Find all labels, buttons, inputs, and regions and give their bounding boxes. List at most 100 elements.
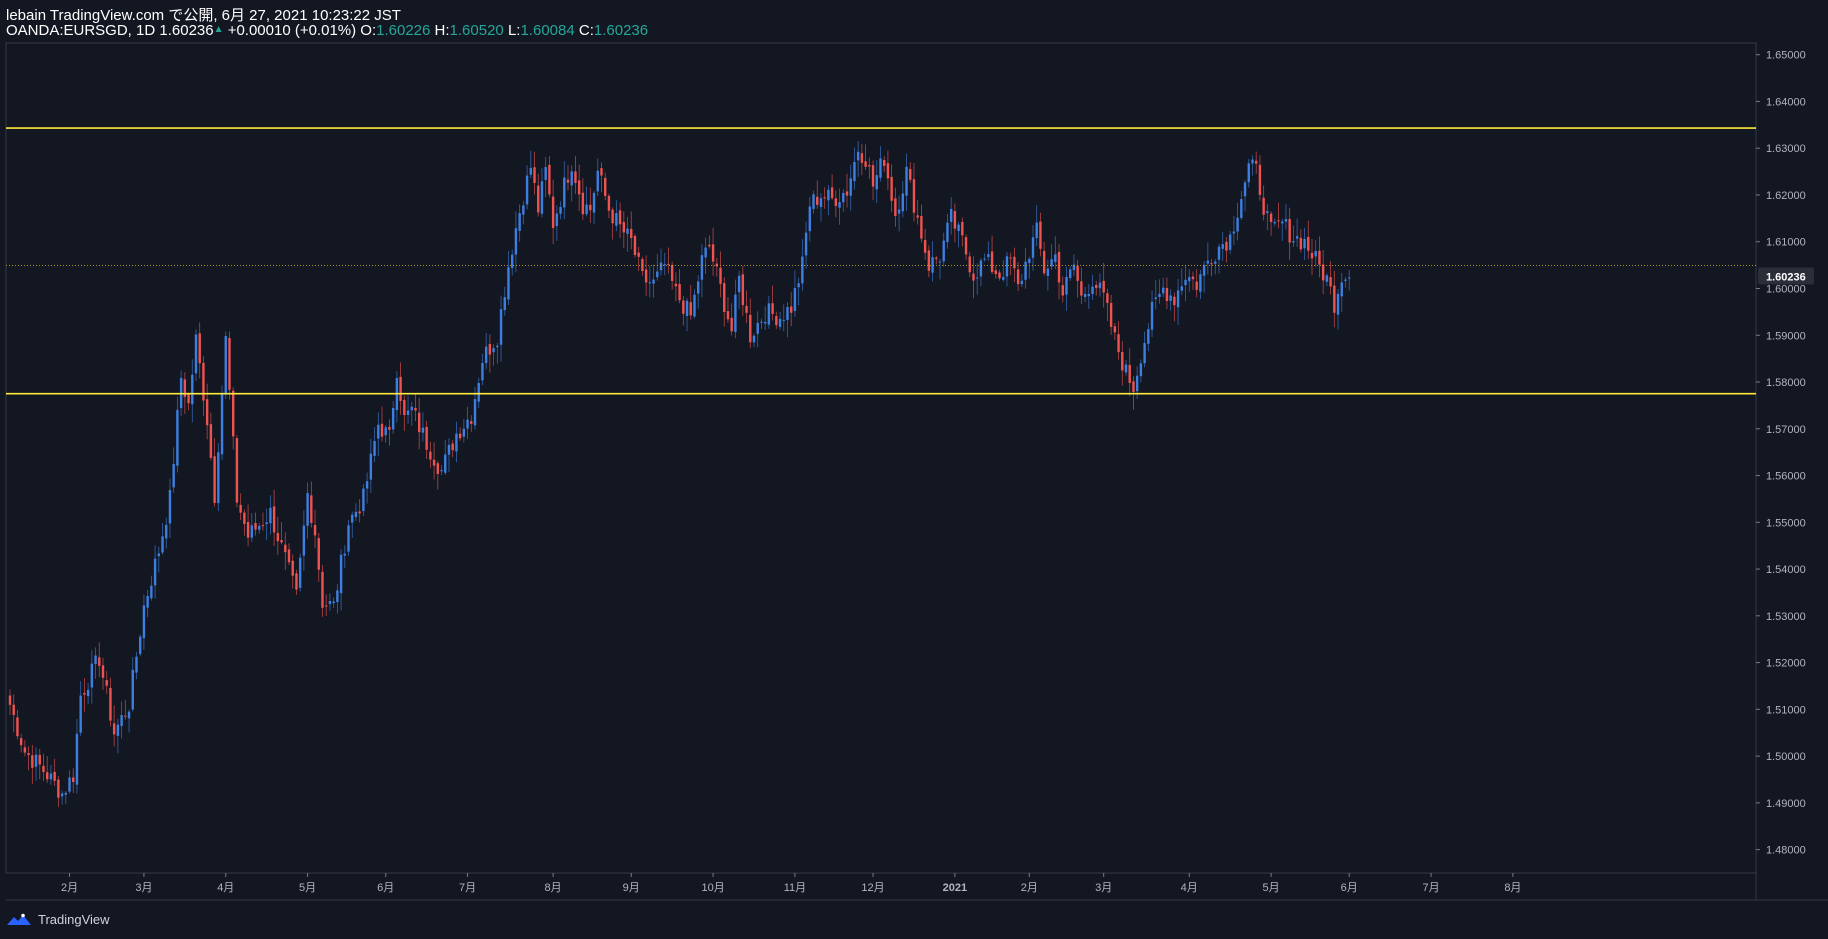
candle-up [60,793,64,797]
candle-up [1214,261,1217,264]
candle-up [853,162,856,182]
candle-down [719,267,722,284]
candle-down [425,426,428,450]
candle-down [674,283,678,287]
candle-down [205,399,209,426]
price-tick-label: 1.56000 [1766,471,1806,483]
candle-up [455,433,458,452]
candle-down [953,211,957,229]
candle-down [235,438,239,503]
last-price-badge-label: 1.60236 [1766,271,1806,283]
candle-up [812,194,815,209]
time-tick-label: 9月 [623,882,640,894]
candle-down [912,179,916,213]
price-tick-label: 1.50000 [1766,751,1806,763]
candle-down [272,506,276,533]
candle-up [250,525,253,538]
candle-down [607,195,611,211]
price-tick-label: 1.65000 [1766,50,1806,62]
time-axis[interactable]: 2月 3月 4月 5月 6月 7月 8月 9月 10月 11月 12月 2021 2月 3月 4月 5月 6月 7… [61,873,1521,894]
candle-up [462,428,466,437]
candle-up [827,189,830,201]
candle-down [1061,285,1064,296]
candle-down [1076,265,1079,281]
candle-up [849,178,852,196]
candle-down [243,512,246,524]
candle-up [659,262,663,271]
candle-down [287,549,291,563]
tradingview-brand[interactable]: TradingView [6,912,110,927]
candle-up [856,151,860,161]
candle-down [589,204,592,211]
candle-down [38,754,41,765]
candle-up [1154,297,1157,300]
candle-down [16,717,19,737]
candle-down [213,456,216,503]
candle-up [555,213,559,227]
candle-up [466,419,469,429]
candle-down [830,187,834,199]
candle-down [834,198,838,207]
candle-up [1069,269,1072,279]
candle-down [845,191,849,196]
candle-down [618,210,622,225]
candle-up [979,260,983,277]
candle-down [12,704,15,716]
candle-up [172,463,175,488]
candle-up [332,601,335,604]
candle-down [860,153,864,163]
candle-down [533,167,536,183]
candle-down [470,421,473,424]
candle-up [946,222,949,243]
candle-down [890,176,893,201]
candle-up [942,240,945,262]
candle-up [897,209,901,214]
candle-up [369,453,373,480]
time-tick-label: 10月 [701,882,724,894]
candle-up [1325,275,1329,282]
candle-up [142,605,146,639]
candle-up [1217,246,1221,260]
candle-up [540,181,544,214]
price-chart[interactable]: 1.65000 1.64000 1.63000 1.62000 1.61000 1.600… [0,0,1828,939]
candle-up [1184,279,1187,286]
candle-up [1273,221,1276,224]
price-tick-label: 1.57000 [1766,424,1806,436]
candle-up [265,522,268,525]
candle-down [1121,351,1124,371]
candle-down [1310,252,1314,259]
candle-down [1117,334,1120,353]
candle-down [458,433,462,439]
candle-down [1288,219,1291,243]
candle-up [75,733,79,785]
candle-up [700,255,704,280]
candle-up [220,393,224,455]
candle-up [1266,211,1269,214]
candle-down [574,171,577,183]
time-tick-label: 2月 [61,882,78,894]
candle-up [440,470,443,472]
chart-frame [5,42,1828,901]
candle-up [782,320,785,322]
candle-down [1321,264,1325,281]
candle-up [161,536,164,553]
time-tick-label: 5月 [1263,882,1280,894]
candle-down [284,544,287,553]
candle-down [994,270,997,275]
candle-up [596,170,599,192]
candle-down [1299,237,1303,250]
candle-up [763,321,767,324]
price-axis[interactable]: 1.65000 1.64000 1.63000 1.62000 1.61000 1.600… [1756,50,1814,857]
candle-down [730,317,733,332]
candle-down [577,180,581,195]
time-tick-label: 8月 [545,882,562,894]
candle-up [838,202,841,208]
candle-down [909,168,912,180]
candle-up [1236,217,1239,232]
candle-up [1348,277,1351,279]
candle-up [652,279,655,284]
candle-down [1307,236,1310,251]
candle-up [1284,219,1288,222]
candle-down [105,680,108,686]
candle-up [879,158,882,178]
